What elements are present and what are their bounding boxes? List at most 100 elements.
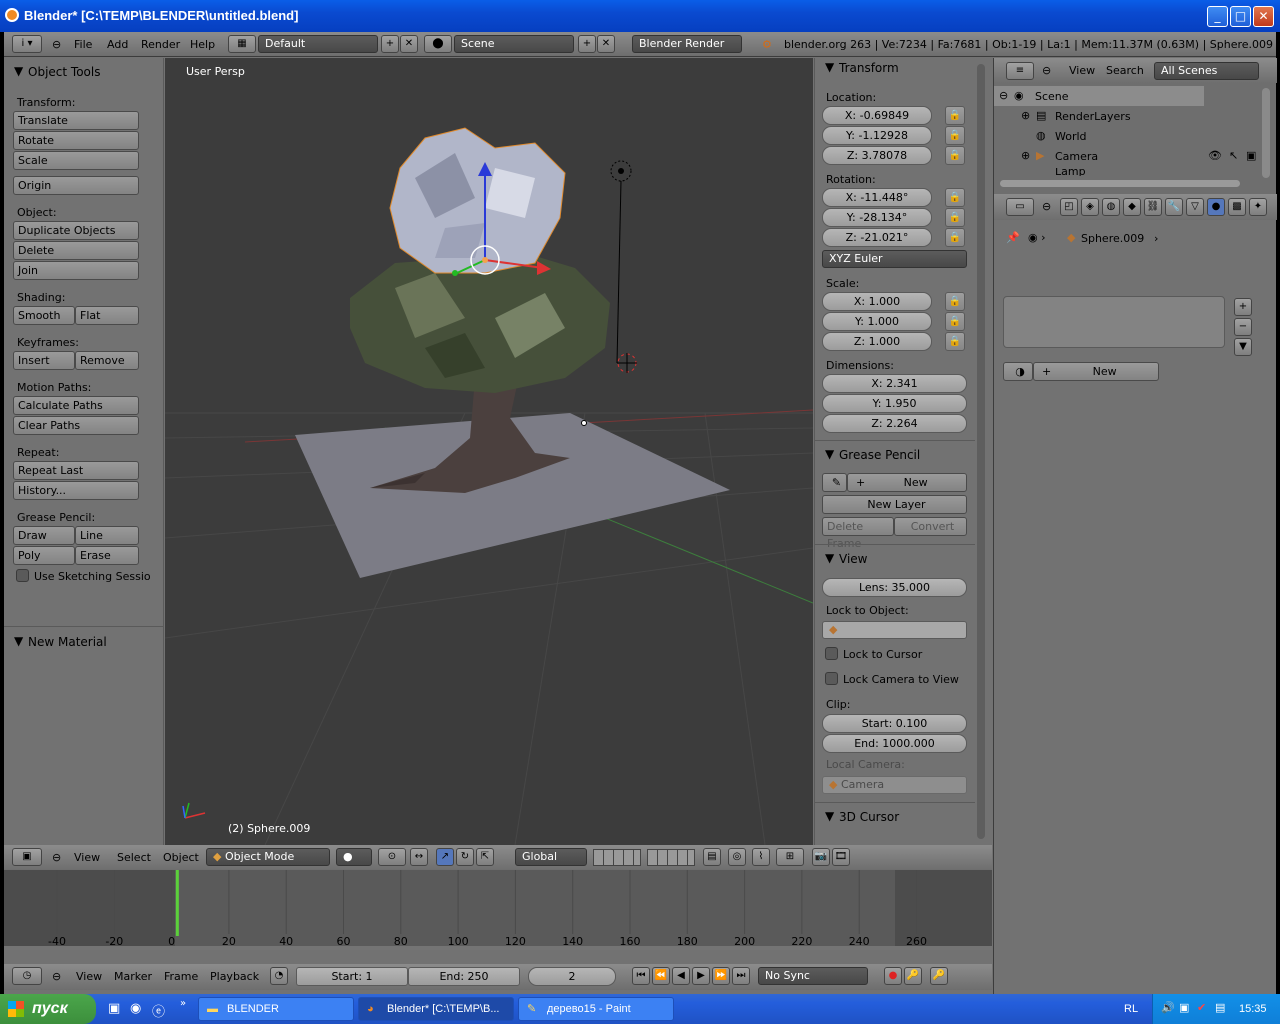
close-button[interactable]: ✕ (1253, 6, 1274, 27)
keying-set-select-icon[interactable]: 🔑 (930, 967, 948, 985)
manipulator-toggle-icon[interactable]: ↔ (410, 848, 428, 866)
3d-cursor-header[interactable]: 3D Cursor (839, 810, 899, 824)
jump-keyframe-back-icon[interactable]: ⏪ (652, 967, 670, 985)
expand-icon[interactable]: ⊖ (999, 89, 1008, 102)
texture-tab-icon[interactable]: ▩ (1228, 198, 1246, 216)
remove-layout-icon[interactable]: ✕ (400, 35, 418, 53)
timeline-marker-menu[interactable]: Marker (114, 970, 152, 983)
timeline-playback-menu[interactable]: Playback (210, 970, 259, 983)
viewport-object-menu[interactable]: Object (163, 851, 199, 864)
menu-help[interactable]: Help (190, 38, 215, 51)
play-icon[interactable]: ▶ (692, 967, 710, 985)
record-icon[interactable]: ● (884, 967, 902, 985)
local-camera-field[interactable]: ◆ Camera (822, 776, 967, 794)
lock-scale-x-icon[interactable]: 🔒 (945, 292, 965, 311)
outliner-collapse-icon[interactable]: ⊖ (1042, 64, 1051, 77)
visibility-eye-icon[interactable]: 👁 (1208, 149, 1222, 162)
timeline-frame-menu[interactable]: Frame (164, 970, 198, 983)
expand-icon[interactable]: ⊕ (1021, 109, 1030, 122)
translate-button[interactable]: Translate (13, 111, 139, 130)
sync-mode-select[interactable]: No Sync (758, 967, 868, 985)
scene-field[interactable]: Scene (454, 35, 574, 53)
outliner-hscrollbar[interactable] (1000, 180, 1240, 187)
timeline-view-menu[interactable]: View (76, 970, 102, 983)
start-button[interactable]: пуск (0, 994, 96, 1024)
outliner-vscrollbar[interactable] (1262, 88, 1270, 178)
pin-icon[interactable]: 📌 (1006, 231, 1020, 244)
lock-rotation-y-icon[interactable]: 🔒 (945, 208, 965, 227)
smooth-button[interactable]: Smooth (13, 306, 75, 325)
rotate-button[interactable]: Rotate (13, 131, 139, 150)
menu-file[interactable]: File (74, 38, 92, 51)
scene-icon[interactable]: ⬤ (424, 35, 452, 53)
new-layer-button[interactable]: New Layer (822, 495, 967, 514)
clip-end-field[interactable]: End: 1000.000 (822, 734, 967, 753)
layout-field[interactable]: Default (258, 35, 378, 53)
end-frame-field[interactable]: End: 250 (408, 967, 520, 986)
layer-buttons[interactable] (647, 849, 695, 866)
remove-slot-icon[interactable]: − (1234, 318, 1252, 336)
render-still-icon[interactable]: 📷 (812, 848, 830, 866)
taskbar-item-blender-folder[interactable]: ▬ BLENDER (198, 997, 354, 1021)
outliner-lamp-label[interactable]: Lamp (1055, 168, 1086, 176)
properties-editor-icon[interactable]: ▭ (1006, 198, 1034, 216)
chrome-icon[interactable]: ◉ (130, 1001, 141, 1016)
line-button[interactable]: Line (75, 526, 139, 545)
pivot-point-icon[interactable]: ⊙ (378, 848, 406, 866)
viewport-view-menu[interactable]: View (74, 851, 100, 864)
render-engine-select[interactable]: Blender Render (632, 35, 742, 53)
render-animation-icon[interactable]: 🎞 (832, 848, 850, 866)
new-material-button[interactable]: + New (1033, 362, 1159, 381)
history-button[interactable]: History... (13, 481, 139, 500)
lock-to-cursor-checkbox[interactable] (825, 647, 838, 660)
screen-layout-icon[interactable]: ▦ (228, 35, 256, 53)
quicklaunch-more-icon[interactable]: » (180, 998, 186, 1009)
lock-location-x-icon[interactable]: 🔒 (945, 106, 965, 125)
tool-shelf-header[interactable]: Object Tools (16, 65, 100, 79)
scale-y-field[interactable]: Y: 1.000 (822, 312, 932, 331)
join-button[interactable]: Join (13, 261, 139, 280)
play-reverse-icon[interactable]: ◀ (672, 967, 690, 985)
panel-collapse-icon[interactable]: ▼ (14, 64, 23, 78)
viewport-collapse-icon[interactable]: ⊖ (52, 851, 61, 864)
tray-network-icon[interactable]: ▤ (1215, 1001, 1225, 1014)
add-scene-icon[interactable]: + (578, 35, 596, 53)
transform-collapse-icon[interactable]: ▼ (825, 60, 834, 74)
clip-start-field[interactable]: Start: 0.100 (822, 714, 967, 733)
location-z-field[interactable]: Z: 3.78078 (822, 146, 932, 165)
lock-scale-z-icon[interactable]: 🔒 (945, 332, 965, 351)
outliner-world-label[interactable]: World (1055, 130, 1087, 143)
jump-keyframe-forward-icon[interactable]: ⏩ (712, 967, 730, 985)
object-tab-icon[interactable]: ◆ (1123, 198, 1141, 216)
ie-icon[interactable]: ⓔ (152, 1001, 165, 1020)
lock-location-y-icon[interactable]: 🔒 (945, 126, 965, 145)
lens-field[interactable]: Lens: 35.000 (822, 578, 967, 597)
proportional-edit-icon[interactable]: ◎ (728, 848, 746, 866)
language-indicator[interactable]: RL (1124, 1003, 1138, 1015)
rotation-mode-select[interactable]: XYZ Euler (822, 250, 967, 268)
sketching-checkbox[interactable] (16, 569, 29, 582)
outliner-search-menu[interactable]: Search (1106, 64, 1144, 77)
rotation-x-field[interactable]: X: -11.448° (822, 188, 932, 207)
outliner-filter-select[interactable]: All Scenes (1154, 62, 1259, 80)
remove-scene-icon[interactable]: ✕ (597, 35, 615, 53)
scene-tab-icon[interactable]: ◈ (1081, 198, 1099, 216)
transform-orientation-select[interactable]: Global (515, 848, 587, 866)
modifiers-tab-icon[interactable]: 🔧 (1165, 198, 1183, 216)
flat-button[interactable]: Flat (75, 306, 139, 325)
world-tab-icon[interactable]: ◍ (1102, 198, 1120, 216)
minimize-button[interactable]: _ (1207, 6, 1228, 27)
transform-header[interactable]: Transform (839, 61, 899, 75)
scale-manipulator-icon[interactable]: ⇱ (476, 848, 494, 866)
outliner-row-scene[interactable] (994, 86, 1204, 106)
rotate-manipulator-icon[interactable]: ↻ (456, 848, 474, 866)
properties-collapse-icon[interactable]: ⊖ (1042, 200, 1051, 213)
delete-frame-button[interactable]: Delete Frame (822, 517, 894, 550)
mode-select[interactable]: ◆ Object Mode (206, 848, 330, 866)
snap-element-icon[interactable]: ⊞ (776, 848, 804, 866)
menu-add[interactable]: Add (107, 38, 128, 51)
grease-pencil-header[interactable]: Grease Pencil (839, 448, 920, 462)
location-x-field[interactable]: X: -0.69849 (822, 106, 932, 125)
render-camera-icon[interactable]: ▣ (1246, 149, 1256, 162)
data-tab-icon[interactable]: ▽ (1186, 198, 1204, 216)
